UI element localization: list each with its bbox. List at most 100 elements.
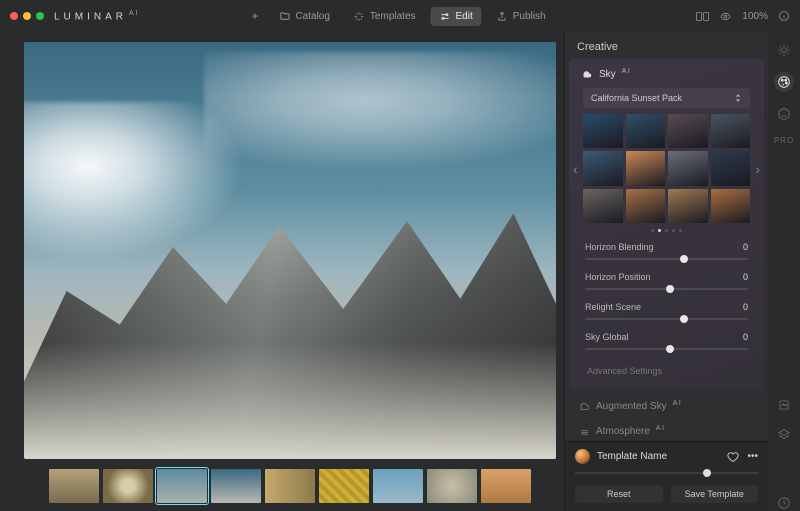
filmstrip-thumb[interactable] [157,469,207,503]
tool-label: Atmosphere [596,426,650,437]
tool-label: Augmented Sky [596,401,667,412]
template-thumb [575,449,590,464]
sliders-icon [440,11,451,22]
filmstrip-thumb[interactable] [103,469,153,503]
reset-button[interactable]: Reset [575,485,663,503]
panel-title: Creative [565,32,768,59]
add-button[interactable]: + [245,5,264,27]
slider-label: Sky Global [585,332,629,342]
brand-name: LUMINAR [54,11,127,22]
fog-icon [579,427,590,437]
slider[interactable] [581,282,752,296]
template-bar: Template Name ••• Reset Save Template [565,441,768,511]
filmstrip-thumb[interactable] [319,469,369,503]
template-amount-slider[interactable] [575,467,758,479]
chevrons-icon [734,93,742,103]
sky-label: Sky [599,69,616,80]
viewer-area [0,32,564,511]
nav-label: Edit [456,11,473,22]
brand-suffix: AI [129,10,140,17]
info-icon[interactable] [778,10,790,22]
sky-page-dots [577,223,756,240]
compare-icon[interactable] [696,11,709,22]
filmstrip-thumb[interactable] [211,469,261,503]
close-window-button[interactable] [10,12,18,20]
filmstrip-thumb[interactable] [49,469,99,503]
sky-preset[interactable] [668,151,708,185]
slider-value: 0 [734,332,748,342]
zoom-level[interactable]: 100% [742,11,768,22]
nav-edit[interactable]: Edit [431,7,482,26]
nav-catalog[interactable]: Catalog [270,7,338,26]
advanced-settings[interactable]: Advanced Settings [577,360,756,380]
layers-tab-icon[interactable] [776,427,792,443]
edit-panel: Creative Sky A I California Sunset Pack … [564,32,768,511]
creative-tab-icon[interactable] [774,72,794,92]
slider[interactable] [581,342,752,356]
ai-badge: A I [673,400,681,407]
favorite-icon[interactable] [727,451,739,463]
sky-next[interactable]: › [755,161,760,177]
cloud-icon [581,70,593,80]
cloud-plus-icon [579,402,590,412]
sky-preset[interactable] [626,151,666,185]
sky-preset[interactable] [626,189,666,223]
nav-label: Catalog [295,11,329,22]
sky-preset[interactable] [711,151,751,185]
top-right-tools: 100% [696,10,790,22]
right-rail: PRO [768,32,800,511]
window-controls [10,12,44,20]
minimize-window-button[interactable] [23,12,31,20]
folder-icon [279,11,290,22]
app-brand: LUMINARAI [54,10,140,22]
more-icon[interactable]: ••• [747,451,758,463]
filmstrip-thumb[interactable] [481,469,531,503]
ai-badge: A I [622,68,630,75]
sky-prev[interactable]: ‹ [573,161,578,177]
filmstrip [24,459,556,505]
sky-preset[interactable] [626,114,666,148]
ai-badge: A I [656,425,664,432]
slider-label: Horizon Position [585,272,651,282]
sky-preset[interactable] [711,114,751,148]
sky-pack-select[interactable]: California Sunset Pack [583,88,750,108]
sky-tool: Sky A I California Sunset Pack ‹ › Horiz… [569,59,764,390]
sky-preset[interactable] [583,151,623,185]
sky-preset[interactable] [583,114,623,148]
slider[interactable] [581,252,752,266]
slider-label: Relight Scene [585,302,641,312]
top-nav: + Catalog Templates Edit Publish [245,5,554,27]
crop-tab-icon[interactable] [776,397,792,413]
portrait-tab-icon[interactable] [776,106,792,122]
sparkle-icon [354,11,365,22]
share-icon [497,11,508,22]
pro-tab[interactable]: PRO [774,136,794,145]
slider-value: 0 [734,302,748,312]
image-canvas[interactable] [24,42,556,459]
filmstrip-thumb[interactable] [427,469,477,503]
template-name: Template Name [597,451,667,462]
nav-templates[interactable]: Templates [345,7,425,26]
slider-label: Horizon Blending [585,242,654,252]
tool-augmented-sky[interactable]: Augmented Sky A I [571,394,762,419]
sky-preset[interactable] [668,114,708,148]
sky-preset[interactable] [668,189,708,223]
save-template-button[interactable]: Save Template [671,485,759,503]
sky-preset[interactable] [711,189,751,223]
sky-header[interactable]: Sky A I [577,67,756,88]
maximize-window-button[interactable] [36,12,44,20]
title-bar: LUMINARAI + Catalog Templates Edit Publi… [0,0,800,32]
history-icon[interactable] [776,495,792,511]
essentials-tab-icon[interactable] [776,42,792,58]
slider-value: 0 [734,242,748,252]
filmstrip-thumb[interactable] [373,469,423,503]
nav-label: Templates [370,11,416,22]
nav-publish[interactable]: Publish [488,7,555,26]
slider-value: 0 [734,272,748,282]
eye-icon[interactable] [719,11,732,22]
filmstrip-thumb[interactable] [265,469,315,503]
pack-name: California Sunset Pack [591,93,682,103]
slider[interactable] [581,312,752,326]
sky-preset-grid [583,114,750,223]
sky-preset[interactable] [583,189,623,223]
